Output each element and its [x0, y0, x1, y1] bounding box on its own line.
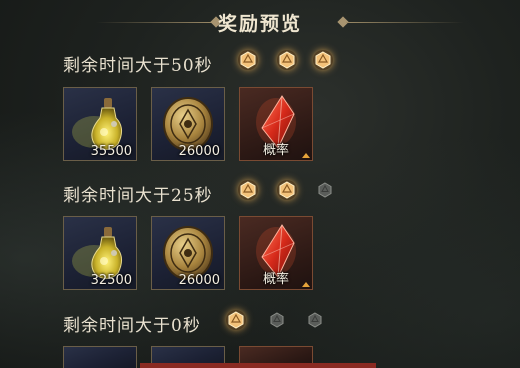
item-count: 26000 [178, 144, 220, 159]
star-icon [277, 50, 297, 70]
reward-slot-potion[interactable]: 35500 [63, 87, 137, 161]
item-count: 35500 [90, 144, 132, 159]
star-icon [226, 310, 246, 330]
star-empty-icon [308, 312, 322, 328]
star-icon [313, 50, 333, 70]
corner-arrow-icon [302, 153, 310, 158]
header-divider-right [346, 22, 464, 23]
reward-slot-crystal[interactable]: 概率 [239, 216, 313, 290]
star-icon [238, 180, 258, 200]
reward-slot-crystal[interactable]: 概率 [239, 87, 313, 161]
tier-label: 剩余时间大于25秒 [63, 186, 213, 206]
bottom-bar [140, 363, 376, 368]
reward-slot-coin[interactable]: 26000 [151, 87, 225, 161]
corner-arrow-icon [302, 282, 310, 287]
star-empty-icon [318, 182, 332, 198]
item-count: 26000 [178, 273, 220, 288]
star-empty-icon [270, 312, 284, 328]
reward-slot-coin[interactable]: 26000 [151, 216, 225, 290]
header: 奖励预览 [0, 8, 520, 36]
star-icon [277, 180, 297, 200]
star-icon [238, 50, 258, 70]
reward-slot-partial[interactable] [63, 346, 137, 368]
tier-label: 剩余时间大于0秒 [63, 316, 201, 336]
reward-slot-potion[interactable]: 32500 [63, 216, 137, 290]
item-count: 32500 [90, 273, 132, 288]
tier-label: 剩余时间大于50秒 [63, 56, 213, 76]
